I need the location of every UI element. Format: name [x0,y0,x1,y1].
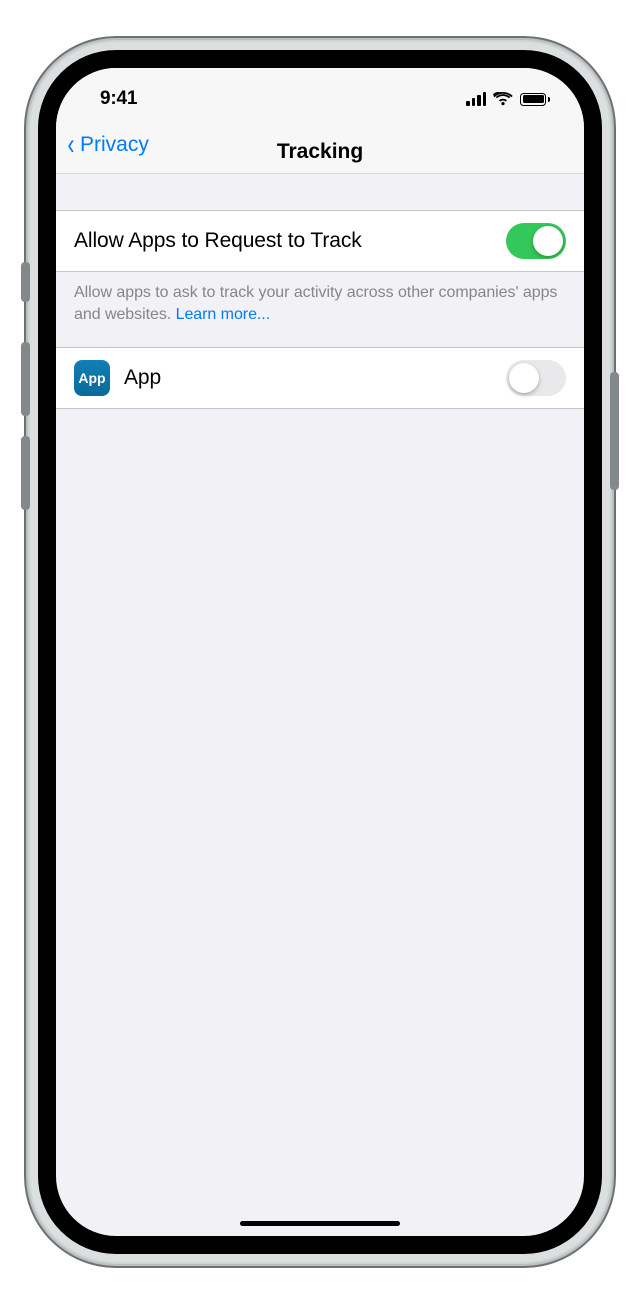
mute-switch [21,262,30,302]
app-tracking-toggle[interactable] [506,360,566,396]
status-bar: 9:41 [56,68,584,120]
settings-content: Allow Apps to Request to Track Allow app… [56,174,584,409]
volume-up-button [21,342,30,416]
phone-frame: 9:41 [30,42,610,1262]
app-tracking-row: App App [56,347,584,409]
status-icons [466,82,556,106]
battery-icon [520,93,550,106]
section-footer: Allow apps to ask to track your activity… [56,272,584,347]
cellular-icon [466,92,486,106]
allow-apps-label: Allow Apps to Request to Track [74,229,492,253]
learn-more-link[interactable]: Learn more... [176,306,271,323]
app-icon: App [74,360,110,396]
app-name-label: App [124,366,492,390]
footer-description: Allow apps to ask to track your activity… [74,284,557,323]
back-button[interactable]: ‹ Privacy [66,130,149,160]
chevron-left-icon: ‹ [68,130,75,160]
home-indicator[interactable] [240,1221,400,1226]
screen: 9:41 [56,68,584,1236]
wifi-icon [493,92,513,106]
allow-apps-to-request-row: Allow Apps to Request to Track [56,210,584,272]
side-button [610,372,619,490]
back-button-label: Privacy [80,133,149,157]
allow-apps-toggle[interactable] [506,223,566,259]
status-time: 9:41 [84,78,137,110]
volume-down-button [21,436,30,510]
